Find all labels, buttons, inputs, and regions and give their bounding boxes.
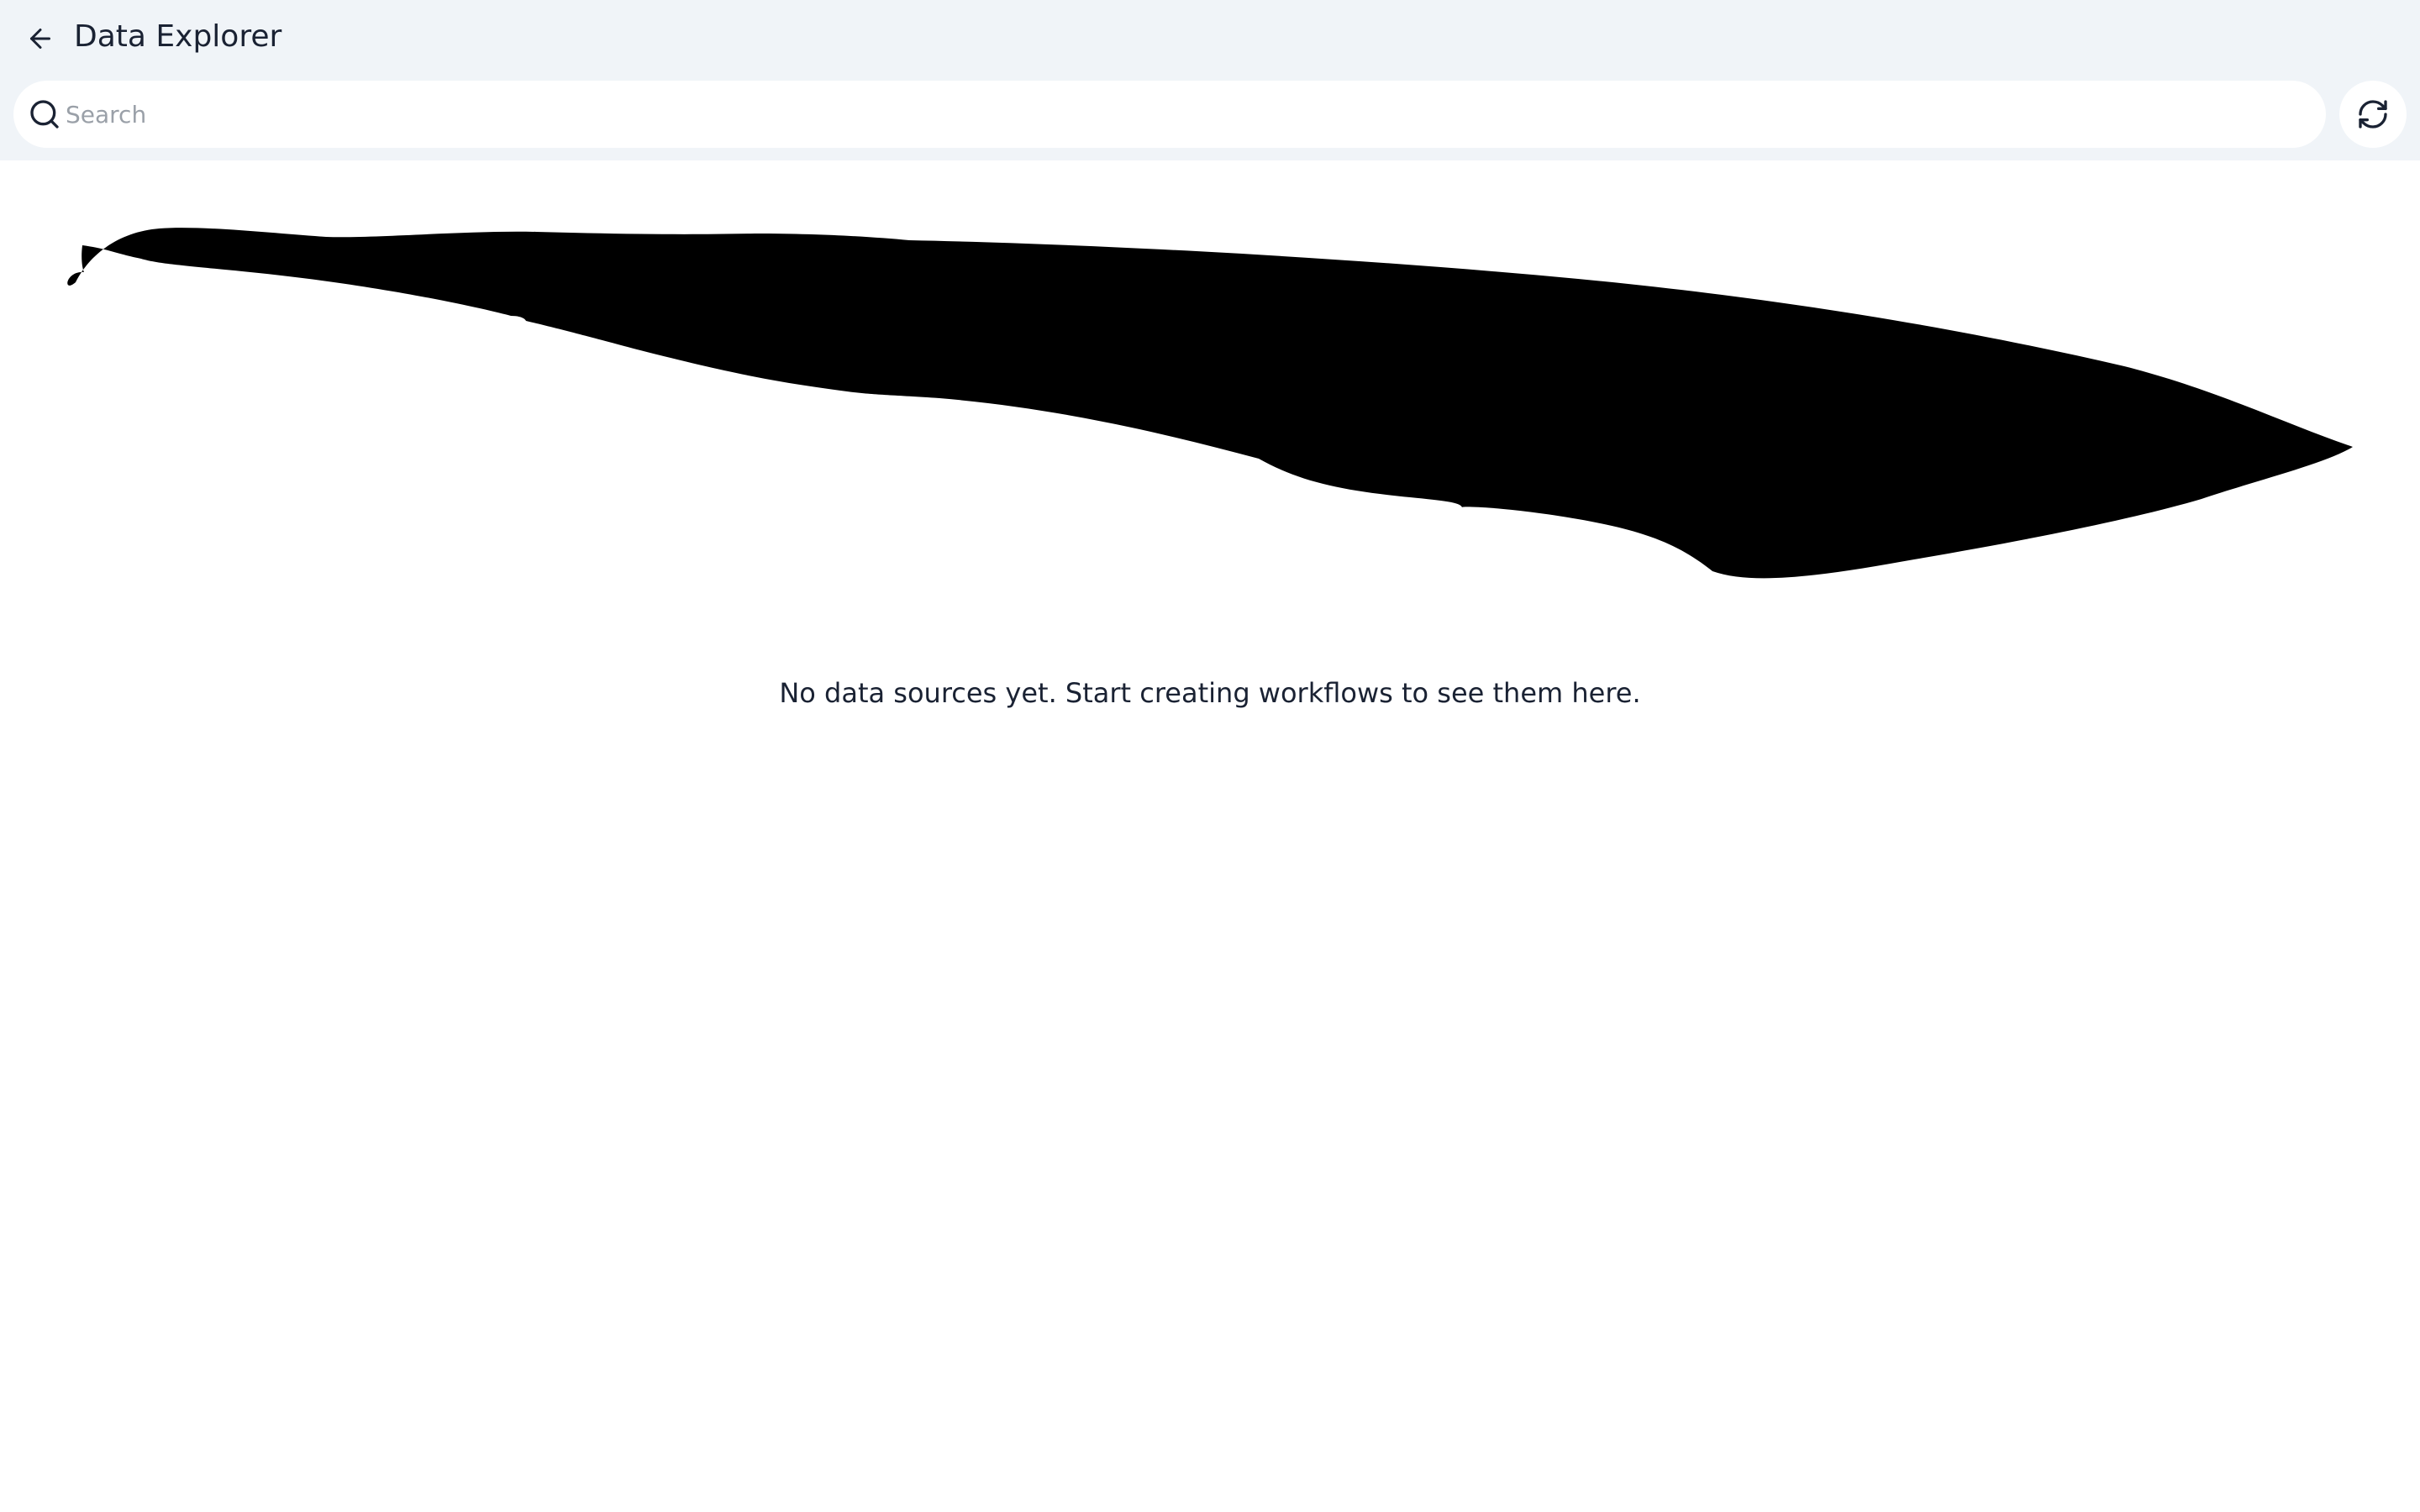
top-bar: Data Explorer bbox=[0, 0, 2420, 160]
search-bar[interactable] bbox=[13, 81, 2326, 148]
empty-state-message: No data sources yet. Start creating work… bbox=[779, 677, 1641, 709]
refresh-button[interactable] bbox=[2339, 81, 2407, 148]
page-title: Data Explorer bbox=[74, 19, 282, 54]
back-button[interactable] bbox=[20, 17, 60, 60]
refresh-icon bbox=[2359, 100, 2387, 129]
arrow-left-icon bbox=[30, 29, 50, 49]
search-icon bbox=[30, 100, 59, 129]
search-input[interactable] bbox=[66, 81, 2301, 148]
empty-state-illustration bbox=[67, 228, 2353, 579]
